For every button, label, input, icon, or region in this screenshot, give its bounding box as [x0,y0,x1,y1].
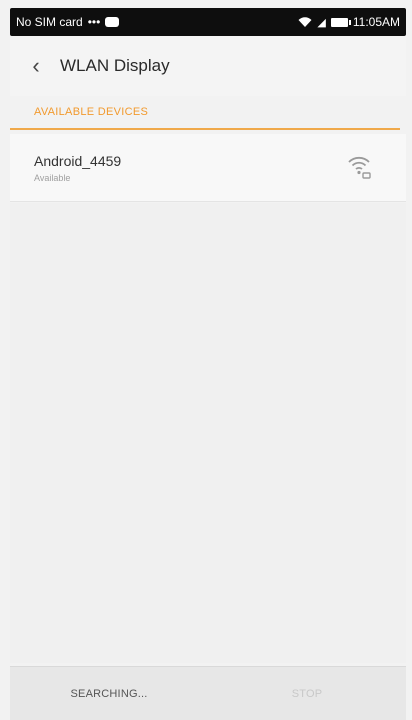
status-bar: No SIM card ••• ◢ 11:05AM [10,8,406,36]
available-devices-header: AVAILABLE DEVICES [10,96,400,130]
chat-bubble-icon [105,17,120,27]
status-time: 11:05AM [352,15,400,29]
device-list-empty-area [10,203,406,663]
stop-button[interactable]: STOP [208,688,406,700]
status-left: No SIM card ••• [16,15,120,29]
status-right: ◢ 11:05AM [298,15,400,29]
device-row-android-4459[interactable]: Android_4459 Available [10,134,406,202]
cast-wifi-icon [348,156,371,179]
page-title: WLAN Display [60,56,170,75]
wifi-icon [298,16,312,27]
back-button[interactable]: ‹ [14,44,58,88]
back-arrow-icon: ‹ [32,53,40,78]
signal-icon: ◢ [317,16,326,29]
app-bar: ‹ WLAN Display [10,36,406,96]
carrier-label: No SIM card [16,15,83,29]
notification-dots: ••• [87,15,101,29]
bottom-action-bar: SEARCHING... STOP [10,666,406,720]
section-label: AVAILABLE DEVICES [34,106,149,118]
battery-icon [330,17,351,27]
searching-button[interactable]: SEARCHING... [10,688,208,700]
